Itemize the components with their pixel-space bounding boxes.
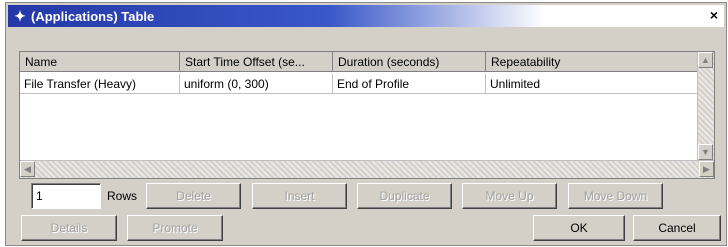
applications-table-dialog: ✦ (Applications) Table × Name Start Time…: [5, 2, 727, 246]
cell-name[interactable]: File Transfer (Heavy): [20, 74, 180, 93]
cell-repeatability[interactable]: Unlimited: [486, 74, 698, 93]
close-icon[interactable]: ×: [706, 7, 722, 23]
window-title: (Applications) Table: [31, 9, 155, 24]
applications-table: Name Start Time Offset (se... Duration (…: [19, 51, 715, 179]
title-bar[interactable]: ✦ (Applications) Table ×: [8, 5, 724, 27]
cell-start-time[interactable]: uniform (0, 300): [180, 74, 333, 93]
vertical-scrollbar[interactable]: ▲ ▼: [697, 52, 714, 160]
move-down-button[interactable]: Move Down: [568, 183, 663, 209]
scroll-left-icon[interactable]: ◀: [20, 161, 35, 177]
column-header-duration[interactable]: Duration (seconds): [333, 52, 486, 72]
insert-button[interactable]: Insert: [252, 183, 347, 209]
horizontal-scrollbar[interactable]: ◀ ▶: [20, 160, 714, 178]
duplicate-button[interactable]: Duplicate: [357, 183, 452, 209]
cancel-button[interactable]: Cancel: [633, 215, 721, 241]
promote-button[interactable]: Promote: [127, 215, 223, 241]
column-header-start-time[interactable]: Start Time Offset (se...: [180, 52, 333, 72]
rows-count-input[interactable]: [31, 183, 101, 209]
table-row[interactable]: File Transfer (Heavy) uniform (0, 300) E…: [20, 74, 698, 94]
column-header-name[interactable]: Name: [20, 52, 180, 72]
delete-button[interactable]: Delete: [146, 183, 241, 209]
rows-label: Rows: [107, 189, 138, 203]
cell-duration[interactable]: End of Profile: [333, 74, 486, 93]
app-icon: ✦: [14, 8, 26, 24]
column-header-repeatability[interactable]: Repeatability: [486, 52, 698, 72]
scroll-down-icon[interactable]: ▼: [698, 144, 713, 160]
ok-button[interactable]: OK: [533, 215, 625, 241]
details-button[interactable]: Details: [21, 215, 117, 241]
move-up-button[interactable]: Move Up: [462, 183, 557, 209]
scroll-right-icon[interactable]: ▶: [699, 161, 714, 177]
scroll-up-icon[interactable]: ▲: [698, 52, 713, 68]
